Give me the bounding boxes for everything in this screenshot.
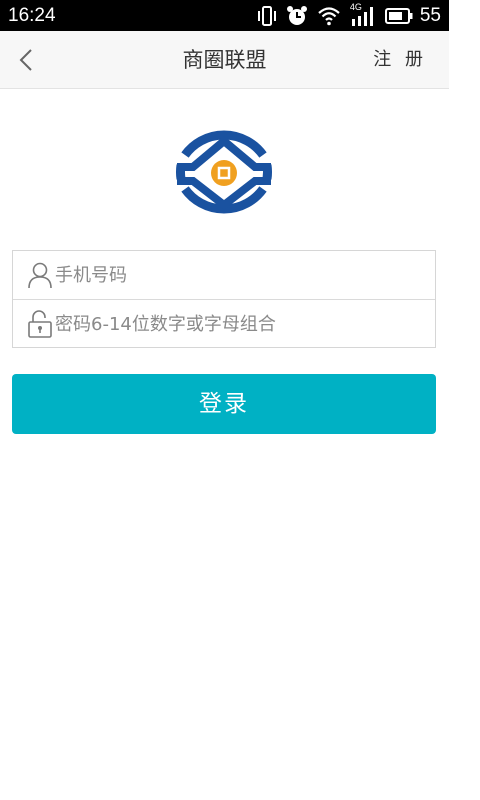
logo — [167, 115, 281, 229]
nav-bar: 商圈联盟 注 册 — [0, 31, 449, 89]
status-time: 16:24 — [8, 5, 56, 26]
wifi-icon — [317, 6, 341, 26]
register-button[interactable]: 注 册 — [373, 48, 427, 72]
alarm-icon — [286, 5, 308, 27]
password-input[interactable] — [55, 308, 425, 340]
status-bar: 16:24 4G 55 — [0, 0, 449, 31]
lock-icon — [28, 310, 52, 338]
battery-level: 55 — [419, 5, 441, 26]
logo-emblem-icon — [175, 130, 273, 214]
signal-4g-icon: 4G — [350, 2, 376, 27]
vibrate-icon — [257, 5, 277, 27]
user-icon — [28, 262, 52, 289]
battery-icon — [384, 8, 413, 24]
status-icons: 4G 55 — [257, 2, 441, 29]
login-form — [12, 250, 436, 348]
phone-row — [13, 251, 435, 300]
login-button[interactable]: 登录 — [12, 374, 436, 434]
login-screen: 16:24 4G 55 商圈联盟 注 册 手机号码 登录 — [0, 0, 449, 800]
phone-input[interactable] — [55, 259, 425, 291]
password-row — [13, 300, 435, 349]
